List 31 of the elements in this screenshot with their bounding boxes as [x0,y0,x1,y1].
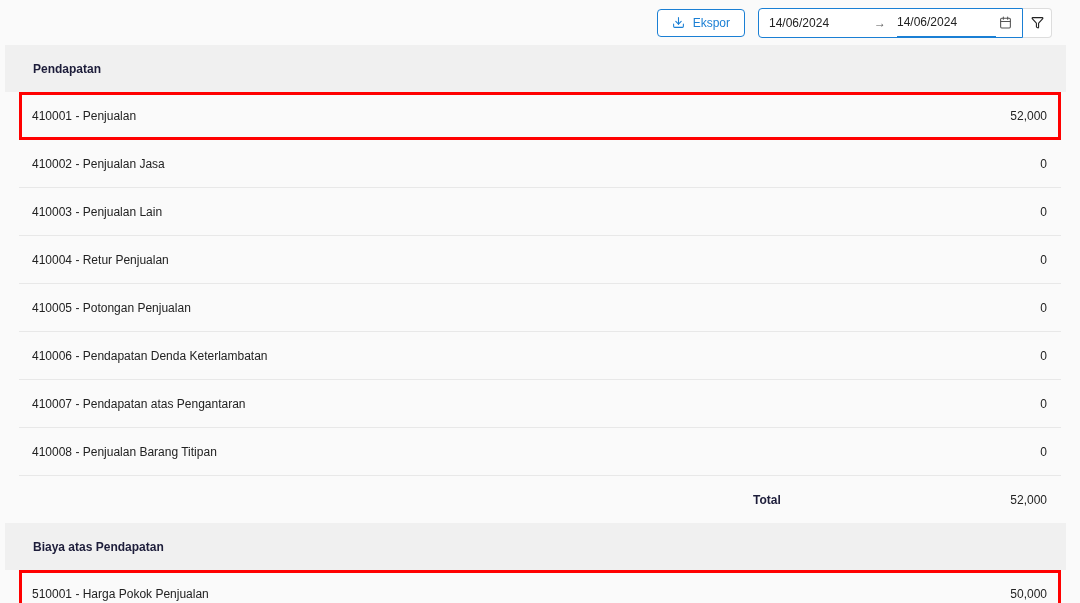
account-name: 410007 - Pendapatan atas Pengantaran [32,395,246,413]
range-arrow: → [874,14,887,32]
calendar-icon [999,16,1012,29]
account-amount: 0 [1040,251,1047,269]
total-amount: 52,000 [1010,491,1047,509]
section-title: Pendapatan [33,60,101,78]
download-icon [671,16,685,29]
account-name: 410008 - Penjualan Barang Titipan [32,443,217,461]
account-name: 410001 - Penjualan [32,108,137,125]
account-amount: 0 [1040,299,1047,317]
account-name: 410005 - Potongan Penjualan [32,299,191,317]
account-amount: 0 [1040,395,1047,413]
account-amount: 52,000 [1010,108,1047,125]
account-amount: 0 [1040,203,1047,221]
account-amount: 0 [1040,155,1047,173]
account-name: 410002 - Penjualan Jasa [32,155,165,173]
account-amount: 0 [1040,443,1047,461]
account-amount: 0 [1040,347,1047,365]
filter-icon [1030,16,1044,29]
account-name: 510001 - Harga Pokok Penjualan [32,586,209,603]
total-label: Total [753,491,781,509]
account-amount: 50,000 [1010,586,1047,603]
export-button[interactable]: Ekspor [656,8,745,37]
account-name: 410004 - Retur Penjualan [32,251,169,269]
account-name: 410006 - Pendapatan Denda Keterlambatan [32,347,268,365]
start-date[interactable]: 14/06/2024 [769,13,874,32]
account-name: 410003 - Penjualan Lain [32,203,163,221]
date-range-field[interactable]: 14/06/2024 → 14/06/2024 [758,7,1023,38]
end-date[interactable]: 14/06/2024 [897,7,996,38]
filter-button[interactable] [1023,7,1052,38]
section-title: Biaya atas Pendapatan [33,538,164,556]
